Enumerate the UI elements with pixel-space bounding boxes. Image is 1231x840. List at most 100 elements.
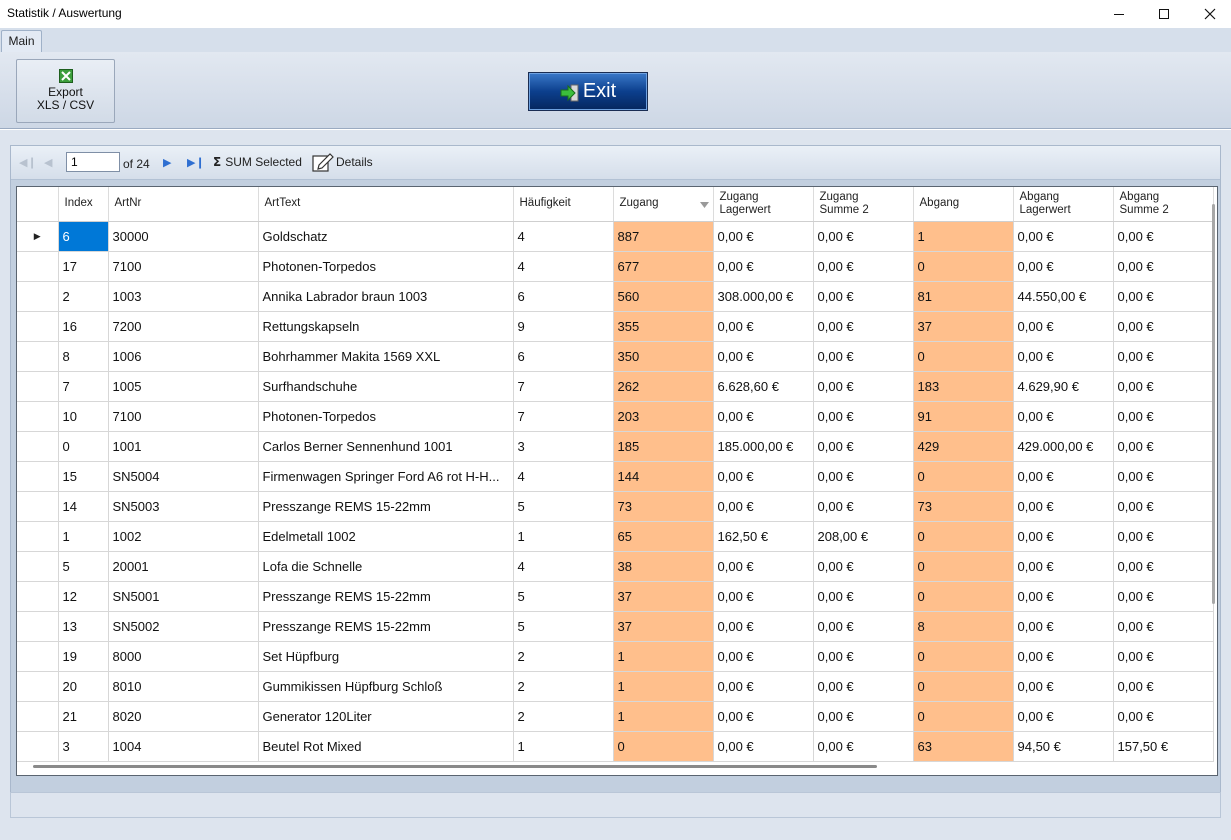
row-header[interactable] — [17, 251, 59, 282]
cell-zugang-lagerwert[interactable]: 0,00 € — [713, 581, 814, 612]
cell-artnr[interactable]: SN5003 — [108, 491, 259, 522]
cell-zugang[interactable]: 73 — [613, 491, 714, 522]
vertical-scrollbar[interactable] — [1212, 204, 1215, 604]
cell-zugang-summe2[interactable]: 0,00 € — [813, 491, 914, 522]
cell-haeufigkeit[interactable]: 5 — [513, 611, 614, 642]
cell-abgang[interactable]: 0 — [913, 641, 1014, 672]
cell-abgang-lagerwert[interactable]: 0,00 € — [1013, 251, 1114, 282]
cell-artnr[interactable]: 7100 — [108, 251, 259, 282]
cell-zugang-lagerwert[interactable]: 0,00 € — [713, 401, 814, 432]
cell-zugang-lagerwert[interactable]: 308.000,00 € — [713, 281, 814, 312]
sum-selected-button[interactable]: Σ SUM Selected — [213, 155, 302, 169]
cell-zugang[interactable]: 350 — [613, 341, 714, 372]
cell-abgang[interactable]: 8 — [913, 611, 1014, 642]
cell-zugang-summe2[interactable]: 0,00 € — [813, 431, 914, 462]
cell-zugang[interactable]: 37 — [613, 611, 714, 642]
cell-abgang-lagerwert[interactable]: 0,00 € — [1013, 701, 1114, 732]
cell-zugang-summe2[interactable]: 0,00 € — [813, 671, 914, 702]
cell-arttext[interactable]: Carlos Berner Sennenhund 1001 — [258, 431, 514, 462]
cell-zugang-lagerwert[interactable]: 0,00 € — [713, 491, 814, 522]
cell-index[interactable]: 16 — [58, 311, 109, 342]
cell-abgang-lagerwert[interactable]: 0,00 € — [1013, 491, 1114, 522]
cell-arttext[interactable]: Beutel Rot Mixed — [258, 731, 514, 762]
cell-arttext[interactable]: Presszange REMS 15-22mm — [258, 491, 514, 522]
cell-abgang-summe2[interactable]: 0,00 € — [1113, 461, 1214, 492]
cell-abgang[interactable]: 63 — [913, 731, 1014, 762]
cell-abgang-summe2[interactable]: 0,00 € — [1113, 251, 1214, 282]
table-row[interactable]: 5 20001 Lofa die Schnelle 4 38 0,00 €0,00 €0 0… — [17, 551, 1214, 582]
column-header-index[interactable]: Index — [58, 187, 109, 222]
cell-abgang-summe2[interactable]: 0,00 € — [1113, 611, 1214, 642]
cell-arttext[interactable]: Photonen-Torpedos — [258, 401, 514, 432]
cell-haeufigkeit[interactable]: 1 — [513, 521, 614, 552]
column-header-abgang-lagerwert[interactable]: Abgang Lagerwert — [1013, 187, 1114, 222]
cell-index[interactable]: 19 — [58, 641, 109, 672]
next-page-icon[interactable]: ▶ — [163, 156, 171, 169]
cell-zugang-summe2[interactable]: 0,00 € — [813, 701, 914, 732]
table-row[interactable]: 17 7100 Photonen-Torpedos 4 677 0,00 €0,00 €0… — [17, 251, 1214, 282]
cell-zugang[interactable]: 37 — [613, 581, 714, 612]
cell-index[interactable]: 17 — [58, 251, 109, 282]
cell-haeufigkeit[interactable]: 4 — [513, 551, 614, 582]
cell-abgang-lagerwert[interactable]: 94,50 € — [1013, 731, 1114, 762]
cell-zugang[interactable]: 1 — [613, 701, 714, 732]
cell-haeufigkeit[interactable]: 5 — [513, 581, 614, 612]
cell-artnr[interactable]: 8010 — [108, 671, 259, 702]
cell-zugang[interactable]: 65 — [613, 521, 714, 552]
cell-index[interactable]: 13 — [58, 611, 109, 642]
cell-artnr[interactable]: SN5001 — [108, 581, 259, 612]
cell-abgang-summe2[interactable]: 0,00 € — [1113, 671, 1214, 702]
cell-abgang-lagerwert[interactable]: 4.629,90 € — [1013, 371, 1114, 402]
column-header-abgang-summe2[interactable]: Abgang Summe 2 — [1113, 187, 1214, 222]
cell-zugang-lagerwert[interactable]: 185.000,00 € — [713, 431, 814, 462]
cell-haeufigkeit[interactable]: 5 — [513, 491, 614, 522]
cell-artnr[interactable]: 8020 — [108, 701, 259, 732]
cell-zugang[interactable]: 38 — [613, 551, 714, 582]
page-number-input[interactable]: 1 — [66, 152, 120, 172]
table-row[interactable]: ▶ 6 30000 Goldschatz 4 887 0,00 €0,00 €1 0,00 €… — [17, 221, 1214, 252]
cell-haeufigkeit[interactable]: 2 — [513, 641, 614, 672]
cell-zugang[interactable]: 887 — [613, 221, 714, 252]
cell-artnr[interactable]: 1001 — [108, 431, 259, 462]
row-header[interactable] — [17, 401, 59, 432]
cell-haeufigkeit[interactable]: 7 — [513, 371, 614, 402]
cell-arttext[interactable]: Annika Labrador braun 1003 — [258, 281, 514, 312]
cell-artnr[interactable]: 1003 — [108, 281, 259, 312]
cell-haeufigkeit[interactable]: 4 — [513, 461, 614, 492]
cell-zugang-lagerwert[interactable]: 0,00 € — [713, 311, 814, 342]
horizontal-scrollbar[interactable] — [33, 765, 877, 768]
tab-main[interactable]: Main — [1, 30, 42, 54]
cell-index[interactable]: 14 — [58, 491, 109, 522]
cell-abgang[interactable]: 0 — [913, 671, 1014, 702]
cell-artnr[interactable]: 30000 — [108, 221, 259, 252]
cell-arttext[interactable]: Gummikissen Hüpfburg Schloß — [258, 671, 514, 702]
cell-zugang-summe2[interactable]: 0,00 € — [813, 341, 914, 372]
table-row[interactable]: 2 1003 Annika Labrador braun 1003 6 560 308.0… — [17, 281, 1214, 312]
cell-index[interactable]: 5 — [58, 551, 109, 582]
cell-haeufigkeit[interactable]: 1 — [513, 731, 614, 762]
row-header[interactable] — [17, 521, 59, 552]
cell-index[interactable]: 12 — [58, 581, 109, 612]
cell-artnr[interactable]: 8000 — [108, 641, 259, 672]
column-header-haeufigkeit[interactable]: Häufigkeit — [513, 187, 614, 222]
cell-zugang-summe2[interactable]: 0,00 € — [813, 221, 914, 252]
cell-artnr[interactable]: 1005 — [108, 371, 259, 402]
cell-abgang-lagerwert[interactable]: 0,00 € — [1013, 461, 1114, 492]
cell-zugang-lagerwert[interactable]: 0,00 € — [713, 461, 814, 492]
cell-zugang-lagerwert[interactable]: 0,00 € — [713, 251, 814, 282]
cell-artnr[interactable]: SN5004 — [108, 461, 259, 492]
cell-arttext[interactable]: Presszange REMS 15-22mm — [258, 611, 514, 642]
row-header[interactable] — [17, 611, 59, 642]
cell-abgang[interactable]: 429 — [913, 431, 1014, 462]
cell-artnr[interactable]: 1004 — [108, 731, 259, 762]
cell-artnr[interactable]: 20001 — [108, 551, 259, 582]
row-header[interactable] — [17, 581, 59, 612]
cell-arttext[interactable]: Rettungskapseln — [258, 311, 514, 342]
cell-zugang-summe2[interactable]: 0,00 € — [813, 251, 914, 282]
cell-artnr[interactable]: 1002 — [108, 521, 259, 552]
cell-abgang-lagerwert[interactable]: 0,00 € — [1013, 581, 1114, 612]
cell-haeufigkeit[interactable]: 6 — [513, 341, 614, 372]
table-row[interactable]: 21 8020 Generator 120Liter 2 1 0,00 €0,00 €0 0… — [17, 701, 1214, 732]
cell-arttext[interactable]: Edelmetall 1002 — [258, 521, 514, 552]
cell-abgang[interactable]: 0 — [913, 251, 1014, 282]
